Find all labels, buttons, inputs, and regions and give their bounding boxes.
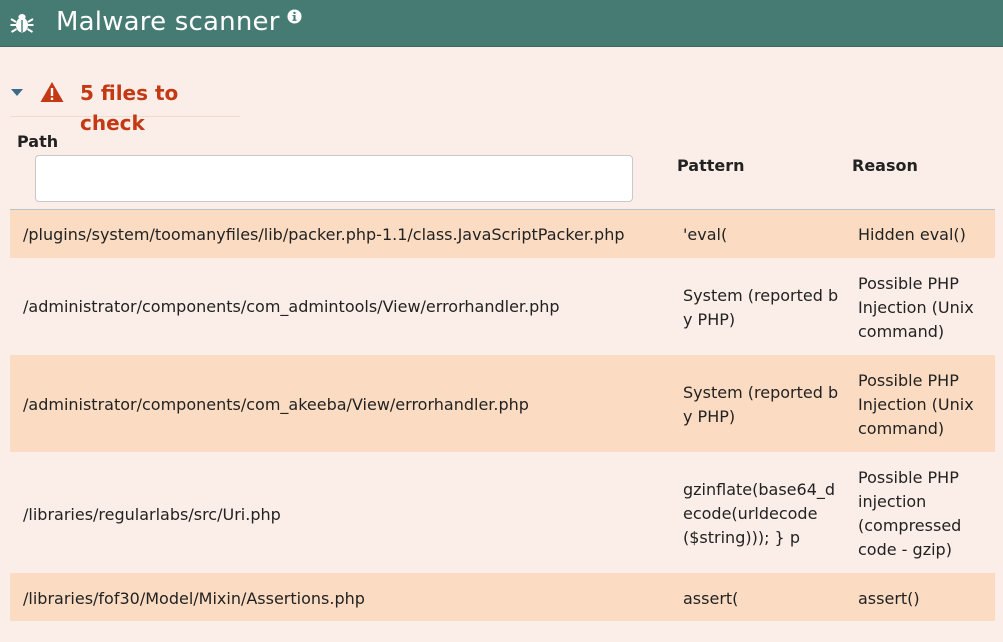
section-title: 5 files to check	[80, 81, 179, 135]
path-filter-input[interactable]	[35, 155, 633, 202]
bug-icon	[10, 14, 34, 33]
table-row[interactable]: /administrator/components/com_akeeba/Vie…	[10, 355, 995, 452]
row-path: /libraries/fof30/Model/Mixin/Assertions.…	[23, 589, 365, 608]
section-toggle[interactable]: 5 files to check	[10, 78, 240, 135]
column-header-pattern: Pattern	[677, 156, 745, 175]
table-row[interactable]: /plugins/system/toomanyfiles/lib/packer.…	[10, 210, 995, 258]
table-row[interactable]: /libraries/fof30/Model/Mixin/Assertions.…	[10, 573, 995, 621]
row-path: /administrator/components/com_admintools…	[23, 297, 560, 316]
row-path: /libraries/regularlabs/src/Uri.php	[23, 505, 281, 524]
page-title: Malware scanner	[56, 7, 280, 37]
row-pattern: 'eval(	[683, 225, 728, 244]
row-reason: Possible PHP injection (compressed code …	[858, 468, 962, 559]
info-icon[interactable]	[287, 9, 302, 24]
table-row[interactable]: /libraries/regularlabs/src/Uri.php gzinf…	[10, 452, 995, 573]
warning-icon	[40, 82, 64, 102]
row-reason: Hidden eval()	[858, 225, 966, 244]
row-reason: Possible PHP Injection (Unix command)	[858, 371, 974, 438]
row-pattern: gzinflate(base64_decode(urldecode($strin…	[683, 480, 836, 547]
column-header-reason: Reason	[852, 156, 918, 175]
table-row[interactable]: /administrator/components/com_admintools…	[10, 258, 995, 355]
row-path: /administrator/components/com_akeeba/Vie…	[23, 395, 529, 414]
row-pattern: System (reported by PHP)	[683, 286, 839, 329]
row-pattern: assert(	[683, 589, 739, 608]
row-reason: Possible PHP Injection (Unix command)	[858, 274, 974, 341]
chevron-down-icon[interactable]	[10, 88, 24, 98]
app-header: Malware scanner	[0, 0, 1003, 47]
column-header-path: Path	[17, 132, 59, 151]
row-reason: assert()	[858, 589, 920, 608]
row-pattern: System (reported by PHP)	[683, 383, 839, 426]
row-path: /plugins/system/toomanyfiles/lib/packer.…	[23, 225, 625, 244]
